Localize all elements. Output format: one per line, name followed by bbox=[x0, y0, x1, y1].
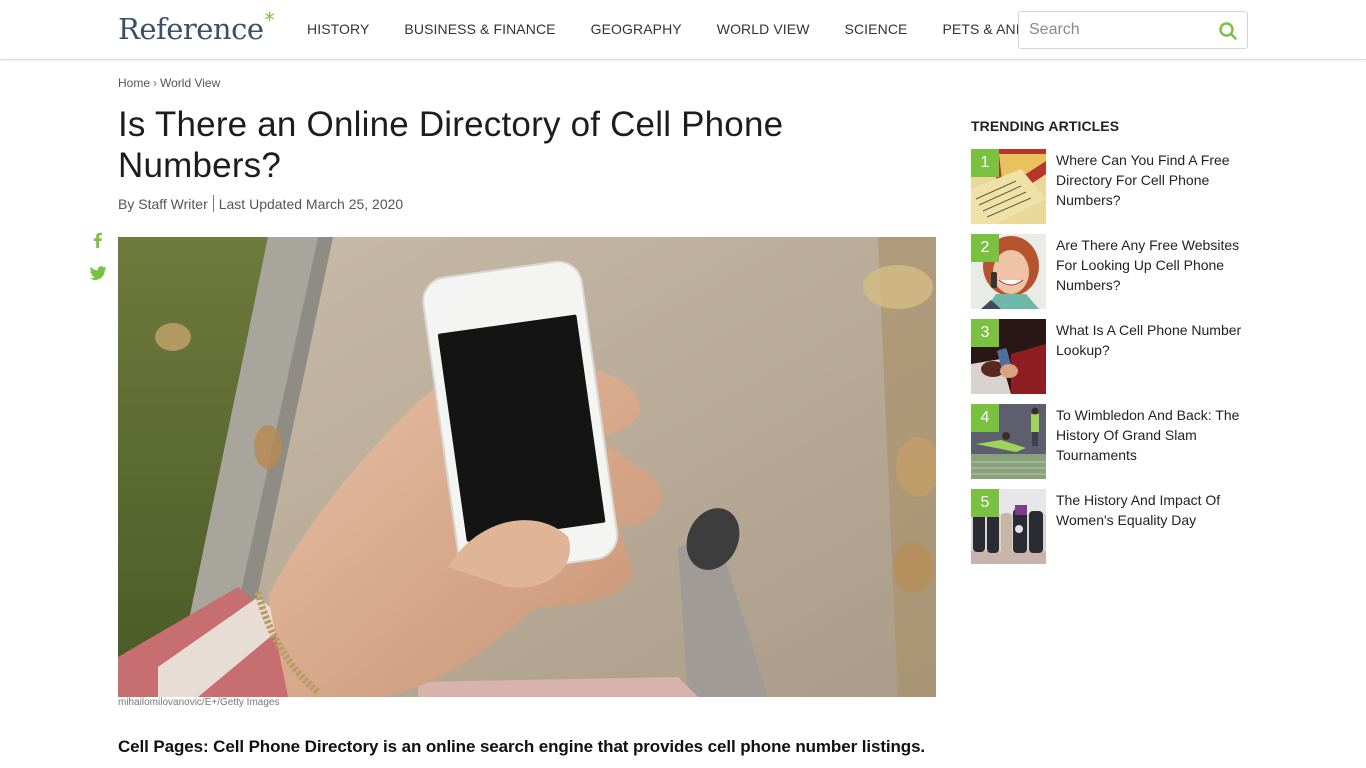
search-icon bbox=[1219, 22, 1237, 40]
trending-rank: 1 bbox=[971, 149, 999, 177]
trending-item[interactable]: 2 Are There Any Free Websites For Lookin… bbox=[971, 234, 1251, 309]
breadcrumb-world-view[interactable]: World View bbox=[160, 76, 220, 90]
trending-item[interactable]: 5 The History And Impact Of Women's Equa… bbox=[971, 489, 1251, 564]
author: By Staff Writer bbox=[118, 196, 208, 212]
trending-rank: 5 bbox=[971, 489, 999, 517]
trending-rank: 4 bbox=[971, 404, 999, 432]
trending-item[interactable]: 1 Where Can You Find A Free Directory Fo… bbox=[971, 149, 1251, 224]
trending-item[interactable]: 4 To Wimbledon And Back: The History Of … bbox=[971, 404, 1251, 479]
trending-title: To Wimbledon And Back: The History Of Gr… bbox=[1056, 407, 1240, 463]
trending-heading: TRENDING ARTICLES bbox=[971, 118, 1120, 134]
nav-item-history[interactable]: HISTORY bbox=[307, 21, 369, 37]
trending-thumbnail: 4 bbox=[971, 404, 1046, 479]
search-button[interactable] bbox=[1217, 20, 1239, 42]
breadcrumb-home[interactable]: Home bbox=[118, 76, 150, 90]
site-logo[interactable]: Reference* bbox=[118, 8, 274, 46]
trending-thumbnail: 5 bbox=[971, 489, 1046, 564]
trending-rank: 2 bbox=[971, 234, 999, 262]
trending-title: Are There Any Free Websites For Looking … bbox=[1056, 237, 1240, 293]
trending-rank: 3 bbox=[971, 319, 999, 347]
trending-thumbnail: 1 bbox=[971, 149, 1046, 224]
nav-item-geography[interactable]: GEOGRAPHY bbox=[591, 21, 682, 37]
hero-image bbox=[118, 237, 936, 697]
trending-articles: TRENDING ARTICLES 1 Where Can You Find A… bbox=[971, 118, 1251, 574]
logo-text: Reference bbox=[118, 12, 264, 46]
breadcrumb: Home › World View bbox=[118, 76, 220, 90]
nav-item-science[interactable]: SCIENCE bbox=[845, 21, 908, 37]
article-title: Is There an Online Directory of Cell Pho… bbox=[118, 105, 784, 185]
trending-item[interactable]: 3 What Is A Cell Phone Number Lookup? bbox=[971, 319, 1251, 394]
image-credit: mihailomilovanovic/E+/Getty Images bbox=[118, 697, 280, 708]
last-updated: Last Updated March 25, 2020 bbox=[218, 196, 404, 212]
site-header: Reference* HISTORY BUSINESS & FINANCE GE… bbox=[0, 0, 1366, 60]
twitter-share-button[interactable] bbox=[88, 263, 108, 283]
search-input[interactable] bbox=[1029, 20, 1209, 40]
trending-thumbnail: 3 bbox=[971, 319, 1046, 394]
main-nav: HISTORY BUSINESS & FINANCE GEOGRAPHY WOR… bbox=[307, 21, 1058, 37]
twitter-icon bbox=[89, 266, 107, 280]
byline-divider bbox=[212, 195, 214, 212]
facebook-icon bbox=[93, 232, 102, 248]
article-lead: Cell Pages: Cell Phone Directory is an o… bbox=[118, 737, 926, 756]
facebook-share-button[interactable] bbox=[88, 230, 108, 250]
breadcrumb-separator: › bbox=[153, 76, 158, 90]
nav-item-business-finance[interactable]: BUSINESS & FINANCE bbox=[404, 21, 555, 37]
article-byline: By Staff Writer Last Updated March 25, 20… bbox=[118, 195, 403, 212]
trending-thumbnail: 2 bbox=[971, 234, 1046, 309]
share-bar bbox=[88, 230, 110, 296]
trending-title: What Is A Cell Phone Number Lookup? bbox=[1056, 322, 1242, 358]
trending-title: Where Can You Find A Free Directory For … bbox=[1056, 152, 1230, 208]
hero-photo bbox=[118, 237, 936, 697]
logo-asterisk-icon: * bbox=[264, 8, 275, 32]
trending-title: The History And Impact Of Women's Equali… bbox=[1056, 492, 1221, 528]
nav-item-world-view[interactable]: WORLD VIEW bbox=[717, 21, 810, 37]
search-box bbox=[1018, 11, 1248, 49]
